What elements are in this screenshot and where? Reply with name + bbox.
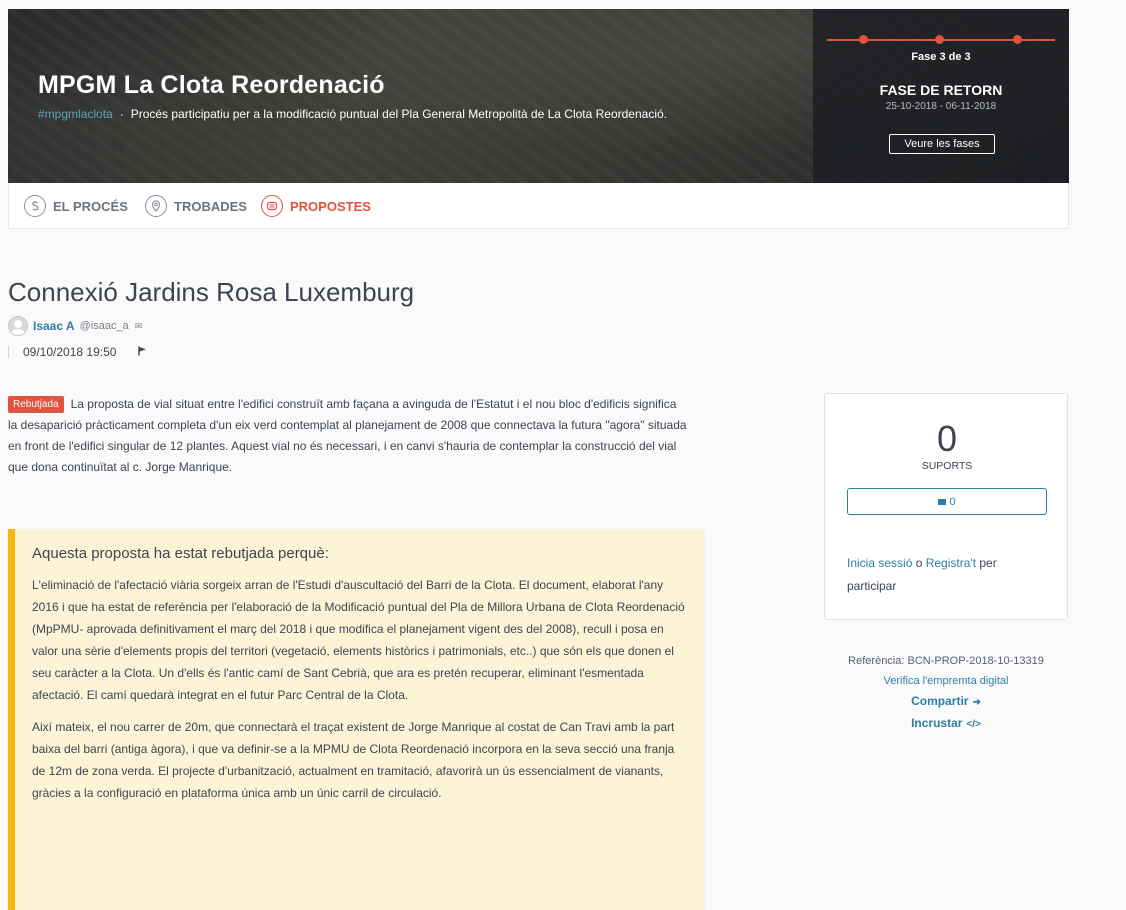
phase-step: Fase 3 de 3: [911, 51, 971, 63]
author-handle: @isaac_a: [79, 320, 129, 332]
proposal-body-text: La proposta de vial situat entre l'edifi…: [8, 397, 687, 474]
tab-process[interactable]: EL PROCÉS: [24, 194, 128, 218]
author-name[interactable]: Isaac A: [33, 319, 75, 333]
register-link[interactable]: Registra't: [926, 556, 976, 570]
page: MPGM La Clota Reordenació #mpgmlaclota · P…: [0, 0, 1126, 910]
process-hero: MPGM La Clota Reordenació #mpgmlaclota · P…: [8, 9, 1069, 183]
process-icon: [24, 195, 46, 217]
tab-label: EL PROCÉS: [53, 198, 128, 214]
phase-dates: 25-10-2018 - 06-11-2018: [885, 101, 997, 112]
proposal-references: Referència: BCN-PROP-2018-10-13319 Verif…: [824, 651, 1068, 735]
phase-progress-track: [827, 35, 1055, 44]
tab-label: PROPOSTES: [290, 198, 371, 214]
support-count: 0: [936, 418, 958, 459]
rejection-paragraph: Així mateix, el nou carrer de 20m, que c…: [32, 720, 675, 800]
tab-meetings[interactable]: TROBADES: [145, 194, 247, 218]
reference-code: Referència: BCN-PROP-2018-10-13319: [848, 655, 1044, 667]
location-pin-icon: [145, 195, 167, 217]
avatar[interactable]: [8, 316, 28, 336]
process-tabs: EL PROCÉS TROBADES PROPOSTES: [8, 183, 1069, 229]
share-link[interactable]: Compartir ➜: [824, 691, 1068, 713]
proposal-date: 09/10/2018 19:50: [23, 345, 117, 359]
proposal-title: Connexió Jardins Rosa Luxemburg: [8, 277, 415, 307]
tab-label: TROBADES: [174, 198, 247, 214]
phase-dot: [935, 35, 944, 44]
login-or: o: [912, 556, 926, 570]
rejection-paragraph: L'eliminació de l'afectació viària sorge…: [32, 578, 685, 702]
phase-dot: [1013, 35, 1022, 44]
process-subtitle: #mpgmlaclota · Procés participatiu per a l…: [38, 107, 667, 121]
proposals-icon: [261, 195, 283, 217]
proposal-meta: 09/10/2018 19:50: [8, 345, 147, 359]
process-hashtag[interactable]: #mpgmlaclota: [38, 107, 113, 121]
tab-proposals[interactable]: PROPOSTES: [261, 194, 371, 218]
subtitle-separator: ·: [119, 107, 124, 121]
phase-panel: Fase 3 de 3 FASE DE RETORN 25-10-2018 - …: [813, 9, 1069, 183]
share-icon: ➜: [972, 697, 981, 708]
view-phases-button[interactable]: Veure les fases: [889, 134, 995, 154]
phase-name: FASE DE RETORN: [879, 82, 1003, 98]
process-title[interactable]: MPGM La Clota Reordenació: [38, 71, 385, 100]
flag-icon[interactable]: [138, 346, 147, 359]
rejection-heading: Aquesta proposta ha estat rebutjada perq…: [32, 545, 329, 562]
support-label: SUPORTS: [921, 460, 973, 472]
comment-icon: [938, 498, 947, 505]
embed-label: Incrustar: [911, 716, 963, 730]
share-label: Compartir: [911, 694, 969, 708]
support-card: 0 SUPORTS 0 Inicia sessió o Registra't p…: [824, 393, 1068, 620]
comments-button[interactable]: 0: [847, 488, 1047, 515]
rejection-notice: Aquesta proposta ha estat rebutjada perq…: [8, 529, 705, 910]
phase-dot: [859, 35, 868, 44]
comments-count: 0: [949, 495, 956, 508]
proposal-body: Rebutjada La proposta de vial situat entr…: [8, 394, 688, 478]
process-description: Procés participatiu per a la modificació…: [130, 107, 668, 121]
status-badge: Rebutjada: [8, 396, 64, 413]
verify-fingerprint-link[interactable]: Verifica l'empremta digital: [824, 671, 1068, 691]
embed-link[interactable]: Incrustar </>: [824, 713, 1068, 735]
proposal-author: Isaac A @isaac_a ✉: [8, 316, 142, 336]
code-icon: </>: [966, 719, 981, 730]
login-prompt: Inicia sessió o Registra't per participa…: [847, 552, 1047, 598]
divider: [8, 346, 9, 358]
login-link[interactable]: Inicia sessió: [847, 556, 912, 570]
mail-icon[interactable]: ✉: [135, 321, 143, 332]
